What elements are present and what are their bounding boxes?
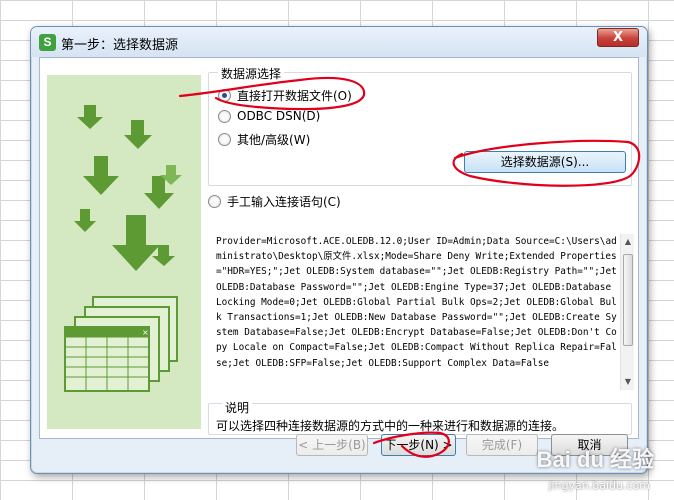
close-button[interactable]: X xyxy=(597,28,639,47)
dialog-body: × 数据源选择 直接打开数据文件(O) ODBC DSN(D) 其他/高级(W)… xyxy=(39,57,639,439)
radio-odbc-dsn[interactable]: ODBC DSN(D) xyxy=(218,109,320,123)
description-text: 可以选择四种连接数据源的方式中的一种来进行和数据源的连接。 xyxy=(216,419,565,433)
connection-scrollbar[interactable]: ▲ ▼ xyxy=(620,234,634,390)
radio-other-advanced-circle[interactable] xyxy=(218,133,231,146)
radio-other-advanced[interactable]: 其他/高级(W) xyxy=(218,131,310,148)
radio-odbc-dsn-circle[interactable] xyxy=(218,109,231,123)
data-source-dialog: S 第一步：选择数据源 X × 数据源选择 直接打开数据文件(O) ODBC D… xyxy=(30,26,648,474)
radio-open-file-label: 直接打开数据文件(O) xyxy=(237,89,352,103)
radio-open-file[interactable]: 直接打开数据文件(O) xyxy=(218,87,352,104)
radio-manual-connection-label: 手工输入连接语句(C) xyxy=(227,195,341,209)
dialog-title: 第一步：选择数据源 xyxy=(61,38,179,53)
watermark-url: jingyan.baidu.com xyxy=(548,479,650,492)
download-arrows-icon: × xyxy=(64,105,182,392)
select-data-source-button[interactable]: 选择数据源(S)... xyxy=(464,151,626,173)
spreadsheet-app-icon: S xyxy=(39,34,56,51)
scroll-thumb[interactable] xyxy=(623,254,633,346)
watermark-logo: Bai du 经验 xyxy=(536,447,654,472)
svg-text:×: × xyxy=(142,328,149,337)
radio-manual-connection[interactable]: 手工输入连接语句(C) xyxy=(208,193,341,210)
data-source-group-label: 数据源选择 xyxy=(218,65,285,82)
scroll-down-icon[interactable]: ▼ xyxy=(621,376,635,388)
scroll-up-icon[interactable]: ▲ xyxy=(621,236,635,248)
radio-other-advanced-label: 其他/高级(W) xyxy=(237,133,311,147)
radio-manual-connection-circle[interactable] xyxy=(208,195,221,208)
description-label: 说明 xyxy=(222,399,253,416)
radio-odbc-dsn-label: ODBC DSN(D) xyxy=(237,109,321,123)
connection-string-textarea[interactable]: Provider=Microsoft.ACE.OLEDB.12.0;User I… xyxy=(212,234,620,390)
previous-button[interactable]: < 上一步(B) xyxy=(296,434,368,456)
title-bar[interactable]: S 第一步：选择数据源 X xyxy=(31,27,647,57)
radio-open-file-circle[interactable] xyxy=(218,89,231,102)
next-button[interactable]: 下一步(N) > xyxy=(381,434,456,456)
import-illustration: × xyxy=(47,75,201,429)
finish-button[interactable]: 完成(F) xyxy=(466,434,538,456)
